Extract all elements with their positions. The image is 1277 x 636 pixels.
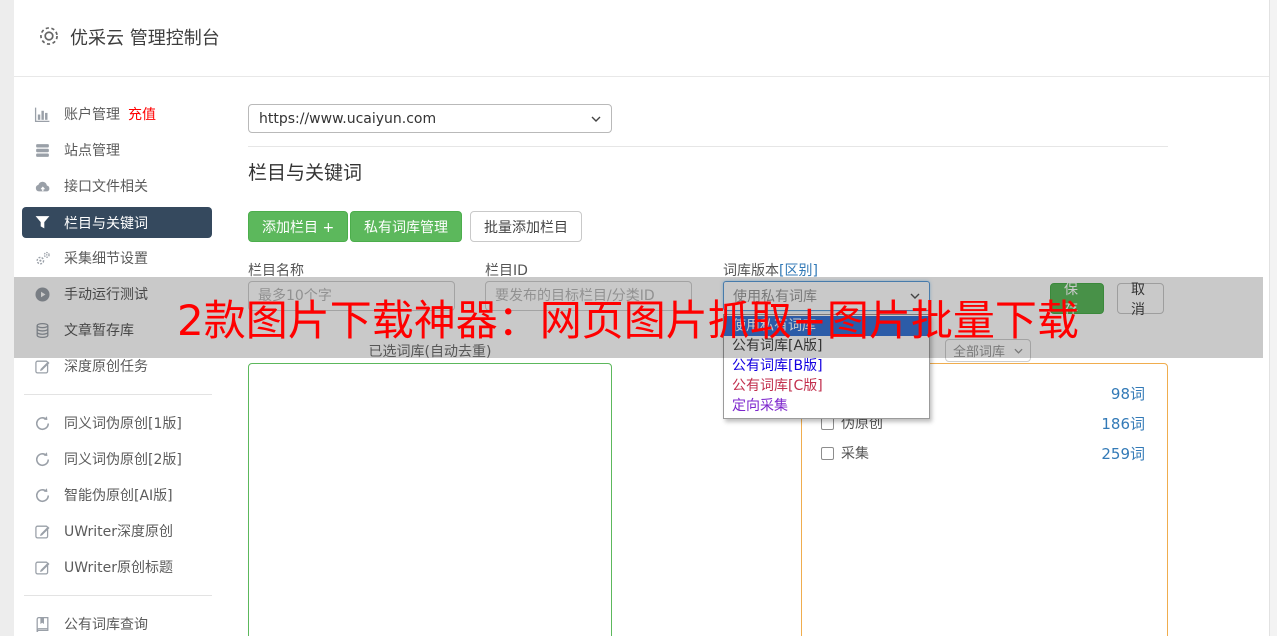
sidebar-item-label: 深度原创任务 [64,356,148,376]
private-thesaurus-button[interactable]: 私有词库管理 [350,211,462,242]
sidebar-item[interactable]: 公有词库查询 [22,606,212,636]
edit-icon [34,559,51,576]
sidebar: 账户管理充值站点管理接口文件相关栏目与关键词采集细节设置手动运行测试文章暂存库深… [22,96,212,636]
sidebar-item-label: UWriter原创标题 [64,557,173,577]
server-icon [34,142,51,159]
sidebar-item[interactable]: 站点管理 [22,132,212,168]
sidebar-item-label: UWriter深度原创 [64,521,173,541]
sidebar-item-label: 公有词库查询 [64,614,148,634]
page-title: 栏目与关键词 [248,158,362,185]
sidebar-item[interactable]: 同义词伪原创[1版] [22,405,212,441]
chevron-down-icon [591,116,601,122]
sidebar-item-label: 同义词伪原创[2版] [64,449,182,469]
selected-words-box[interactable] [248,363,612,636]
sidebar-item-label: 栏目与关键词 [64,213,148,233]
bar-chart-icon [34,106,51,123]
word-label: 采集 [841,443,869,463]
sidebar-item[interactable]: UWriter深度原创 [22,513,212,549]
refresh-icon [34,451,51,468]
ad-banner-text: 2款图片下载神器：网页图片抓取+图片批量下载 [177,287,1079,348]
edit-icon [34,358,51,375]
sidebar-item-label: 智能伪原创[AI版] [64,485,173,505]
site-select[interactable]: https://www.ucaiyun.com [248,104,612,133]
site-select-value: https://www.ucaiyun.com [259,111,436,127]
sidebar-item[interactable]: 采集细节设置 [22,240,212,276]
scrollbar-track[interactable] [1269,0,1277,636]
word-row: 采集 259词 [802,442,1167,464]
sidebar-divider [24,394,212,395]
sidebar-item-label: 站点管理 [64,140,120,160]
dropdown-option[interactable]: 公有词库[C版] [724,376,929,396]
batch-add-button[interactable]: 批量添加栏目 [470,211,582,242]
sidebar-item[interactable]: 接口文件相关 [22,168,212,204]
refresh-icon [34,487,51,504]
sidebar-item-label: 接口文件相关 [64,176,148,196]
sidebar-item[interactable]: 同义词伪原创[2版] [22,441,212,477]
sidebar-item[interactable]: UWriter原创标题 [22,549,212,585]
ad-banner-overlay: 2款图片下载神器：网页图片抓取+图片批量下载 [14,277,1263,358]
sidebar-item[interactable]: 栏目与关键词 [22,207,212,238]
sidebar-item[interactable]: 智能伪原创[AI版] [22,477,212,513]
app-header: 优采云 管理控制台 [14,0,1269,77]
cloud-upload-icon [34,178,51,195]
book-icon [34,616,51,633]
add-column-button[interactable]: 添加栏目 + [248,211,348,242]
sidebar-divider [24,595,212,596]
word-count: 98词 [1111,383,1145,404]
sidebar-item-label: 账户管理 [64,104,120,124]
dropdown-option[interactable]: 定向采集 [724,396,929,416]
gear-icon [38,25,60,47]
sidebar-item-label: 采集细节设置 [64,248,148,268]
funnel-icon [34,214,51,231]
section-divider [248,146,1168,147]
edit-icon [34,523,51,540]
sidebar-item[interactable]: 账户管理充值 [22,96,212,132]
word-checkbox[interactable] [821,447,834,460]
word-count: 259词 [1101,443,1145,464]
recharge-badge[interactable]: 充值 [128,104,156,124]
dropdown-option[interactable]: 公有词库[B版] [724,356,929,376]
gears-icon [34,250,51,267]
app-title: 优采云 管理控制台 [70,24,220,50]
word-count: 186词 [1101,413,1145,434]
sidebar-item-label: 同义词伪原创[1版] [64,413,182,433]
page: 优采云 管理控制台 账户管理充值站点管理接口文件相关栏目与关键词采集细节设置手动… [0,0,1277,636]
refresh-icon [34,415,51,432]
